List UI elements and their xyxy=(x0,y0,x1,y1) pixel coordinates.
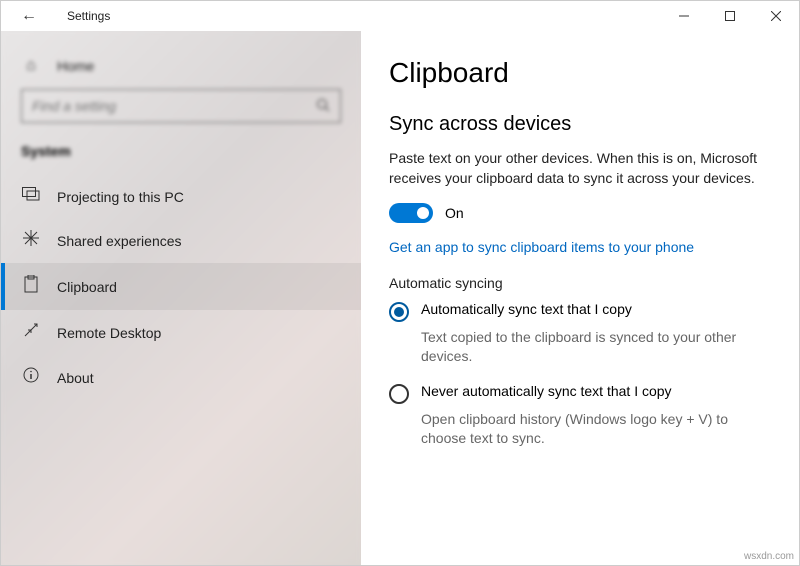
search-icon xyxy=(316,98,330,115)
window-title: Settings xyxy=(47,9,110,23)
maximize-icon xyxy=(725,11,735,21)
radio-never-sync[interactable] xyxy=(389,384,409,404)
remote-desktop-icon xyxy=(21,322,41,343)
watermark: wsxdn.com xyxy=(744,551,794,562)
close-icon xyxy=(771,11,781,21)
category-heading: System xyxy=(1,133,361,175)
maximize-button[interactable] xyxy=(707,1,753,31)
shared-experiences-icon xyxy=(21,230,41,251)
projecting-icon xyxy=(21,187,41,206)
window-controls xyxy=(661,1,799,31)
sidebar-item-projecting[interactable]: Projecting to this PC xyxy=(1,175,361,218)
minimize-button[interactable] xyxy=(661,1,707,31)
sidebar-item-label: Projecting to this PC xyxy=(57,189,184,205)
home-nav[interactable]: ⌂ Home xyxy=(1,47,361,85)
home-label: Home xyxy=(57,58,94,74)
sidebar-item-clipboard[interactable]: Clipboard xyxy=(1,263,361,310)
toggle-knob xyxy=(417,207,429,219)
get-app-link[interactable]: Get an app to sync clipboard items to yo… xyxy=(389,239,771,255)
minimize-icon xyxy=(679,11,689,21)
clipboard-icon xyxy=(21,275,41,298)
section-title: Sync across devices xyxy=(389,113,771,136)
search-input[interactable] xyxy=(32,98,316,114)
about-icon xyxy=(21,367,41,388)
radio-auto-sync-label: Automatically sync text that I copy xyxy=(421,301,632,317)
sidebar-item-remote-desktop[interactable]: Remote Desktop xyxy=(1,310,361,355)
toggle-state-label: On xyxy=(445,205,464,221)
sidebar-item-label: About xyxy=(57,370,94,386)
sidebar-item-shared-experiences[interactable]: Shared experiences xyxy=(1,218,361,263)
automatic-syncing-heading: Automatic syncing xyxy=(389,275,771,291)
titlebar: ← Settings xyxy=(1,1,799,31)
sidebar-item-label: Clipboard xyxy=(57,279,117,295)
sync-toggle[interactable] xyxy=(389,203,433,223)
section-description: Paste text on your other devices. When t… xyxy=(389,148,769,189)
sidebar-item-label: Shared experiences xyxy=(57,233,182,249)
sidebar-item-label: Remote Desktop xyxy=(57,325,161,341)
radio-auto-sync[interactable] xyxy=(389,302,409,322)
page-title: Clipboard xyxy=(389,57,771,89)
back-button[interactable]: ← xyxy=(11,7,47,25)
sidebar: ⌂ Home System Projecting to this PC xyxy=(1,31,361,565)
close-button[interactable] xyxy=(753,1,799,31)
main-content: Clipboard Sync across devices Paste text… xyxy=(361,31,799,565)
settings-window: ← Settings ⌂ Home xyxy=(0,0,800,566)
radio-auto-sync-desc: Text copied to the clipboard is synced t… xyxy=(421,328,771,367)
search-box[interactable] xyxy=(21,89,341,123)
radio-never-sync-label: Never automatically sync text that I cop… xyxy=(421,383,672,399)
radio-never-sync-desc: Open clipboard history (Windows logo key… xyxy=(421,410,771,449)
home-icon: ⌂ xyxy=(21,57,41,75)
sidebar-item-about[interactable]: About xyxy=(1,355,361,400)
